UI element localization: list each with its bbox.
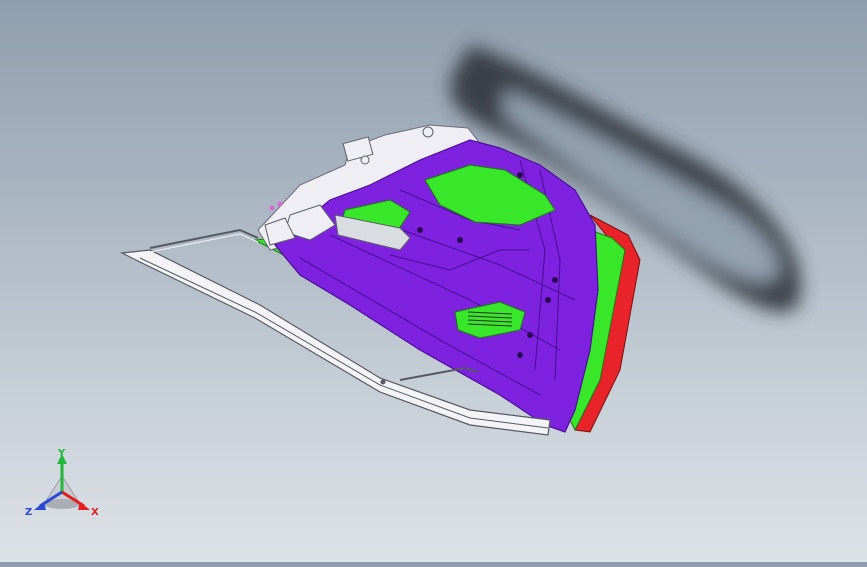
x-axis-label: X <box>91 507 99 518</box>
orientation-triad[interactable]: Y X Z <box>22 448 106 528</box>
z-axis-label: Z <box>25 507 32 518</box>
model-view[interactable] <box>0 0 867 562</box>
y-axis-label: Y <box>57 448 66 459</box>
graphics-viewport[interactable] <box>0 0 867 562</box>
